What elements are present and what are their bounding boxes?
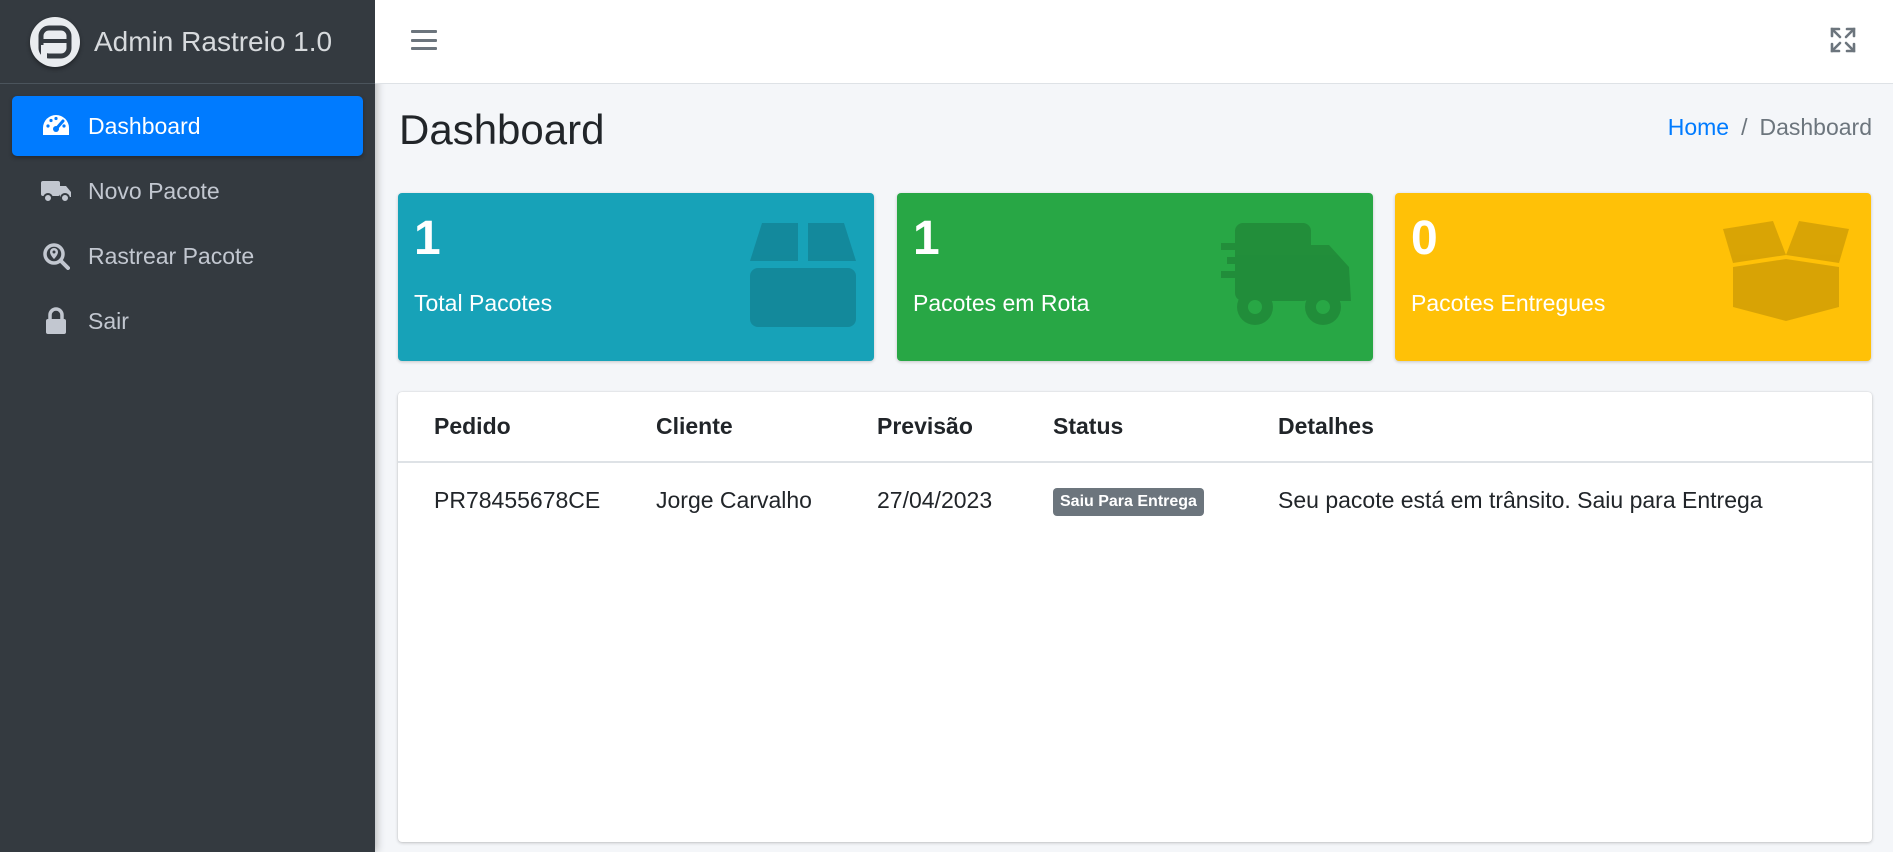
sidebar-item-label: Rastrear Pacote — [88, 242, 255, 269]
sidebar-nav: Dashboard Novo Pacote Rastrear Pacote Sa… — [0, 84, 375, 351]
breadcrumb-separator: / — [1741, 114, 1748, 140]
breadcrumb-home-link[interactable]: Home — [1668, 114, 1729, 141]
fullscreen-icon[interactable] — [1829, 26, 1857, 54]
sidebar: Admin Rastreio 1.0 Dashboard Novo Pacote… — [0, 0, 375, 852]
sidebar-item-sair[interactable]: Sair — [12, 291, 363, 351]
cell-detalhes: Seu pacote está em trânsito. Saiu para E… — [1278, 487, 1763, 513]
brand-link[interactable]: Admin Rastreio 1.0 — [0, 0, 375, 84]
stat-value: 0 — [1411, 212, 1438, 265]
stat-box-pacotes-entregues: 0 Pacotes Entregues — [1395, 193, 1871, 361]
sidebar-item-dashboard[interactable]: Dashboard — [12, 96, 363, 156]
status-badge: Saiu Para Entrega — [1053, 488, 1204, 516]
cell-cliente: Jorge Carvalho — [656, 487, 812, 513]
sidebar-item-label: Dashboard — [88, 112, 201, 139]
sidebar-item-label: Novo Pacote — [88, 177, 220, 204]
stat-box-total-pacotes: 1 Total Pacotes — [398, 193, 874, 361]
lock-icon — [40, 306, 72, 336]
table-header-row: Pedido Cliente Previsão Status Detalhes — [398, 392, 1872, 463]
stat-value: 1 — [414, 212, 441, 265]
column-header-cliente[interactable]: Cliente — [656, 392, 877, 463]
box-open-icon — [1719, 221, 1853, 326]
sidebar-item-label: Sair — [88, 307, 129, 334]
table-row[interactable]: PR78455678CE Jorge Carvalho 27/04/2023 S… — [398, 462, 1872, 538]
box-icon — [750, 221, 856, 332]
stat-box-pacotes-em-rota: 1 Pacotes em Rota — [897, 193, 1373, 361]
breadcrumb: Home / Dashboard — [1668, 114, 1872, 141]
top-navbar — [375, 0, 1893, 84]
menu-toggle-icon[interactable] — [411, 28, 437, 52]
sidebar-item-rastrear-pacote[interactable]: Rastrear Pacote — [12, 226, 363, 286]
cell-status: Saiu Para Entrega — [1053, 462, 1278, 538]
column-header-previsao[interactable]: Previsão — [877, 392, 1053, 463]
column-header-detalhes[interactable]: Detalhes — [1278, 392, 1872, 463]
page-title: Dashboard — [399, 106, 605, 153]
stat-label: Pacotes em Rota — [913, 290, 1090, 316]
stat-label: Total Pacotes — [414, 290, 553, 316]
column-header-status[interactable]: Status — [1053, 392, 1278, 463]
shipping-fast-icon — [1221, 221, 1355, 334]
stat-label: Pacotes Entregues — [1411, 290, 1606, 316]
brand-title: Admin Rastreio 1.0 — [94, 25, 333, 57]
stat-value: 1 — [913, 212, 940, 265]
orders-table-card: Pedido Cliente Previsão Status Detalhes … — [398, 392, 1872, 842]
brand-logo-icon — [30, 16, 80, 67]
breadcrumb-current: Dashboard — [1759, 114, 1872, 140]
search-location-icon — [40, 241, 72, 271]
truck-icon — [40, 176, 72, 206]
cell-previsao: 27/04/2023 — [877, 487, 993, 513]
cell-pedido: PR78455678CE — [434, 487, 601, 513]
sidebar-item-novo-pacote[interactable]: Novo Pacote — [12, 161, 363, 221]
column-header-pedido[interactable]: Pedido — [398, 392, 656, 463]
tachometer-icon — [40, 111, 72, 141]
orders-table: Pedido Cliente Previsão Status Detalhes … — [398, 392, 1872, 538]
